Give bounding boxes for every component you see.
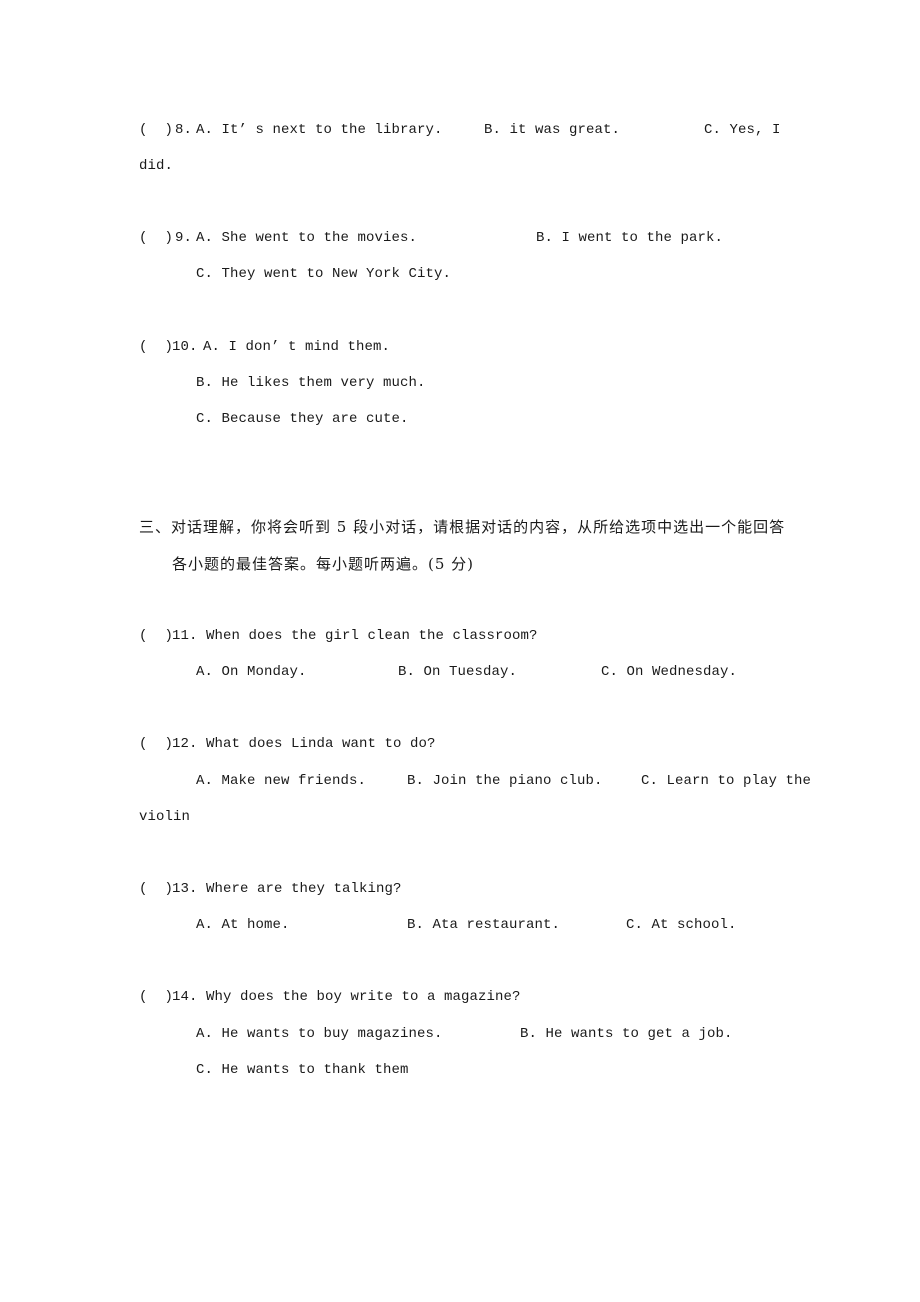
option-a: A. At home. <box>196 917 290 933</box>
option-a: A. Make new friends. <box>196 773 367 789</box>
question-stem: 11. When does the girl clean the classro… <box>172 628 538 644</box>
option-b: B. I went to the park. <box>536 230 724 246</box>
option-c-continuation: did. <box>139 158 174 174</box>
option-c: C. Learn to play the <box>641 773 812 789</box>
answer-blank[interactable]: ( ) <box>139 121 173 139</box>
option-a: A. She went to the movies. <box>196 230 418 246</box>
option-b: B. On Tuesday. <box>398 664 518 680</box>
question-number: 8. <box>175 122 193 138</box>
option-c: C. He wants to thank them <box>196 1062 409 1078</box>
option-c-continuation: violin <box>139 809 191 825</box>
section-heading-line-1: 三、对话理解，你将会听到 5 段小对话，请根据对话的内容，从所给选项中选出一个能… <box>139 518 786 536</box>
option-c: C. Because they are cute. <box>196 411 409 427</box>
option-b: B. Ata restaurant. <box>407 917 561 933</box>
answer-blank[interactable]: ( ) <box>139 229 173 247</box>
option-a: A. He wants to buy magazines. <box>196 1026 443 1042</box>
answer-blank[interactable]: ( ) <box>139 338 173 356</box>
question-number: 9. <box>175 230 193 246</box>
option-b: B. it was great. <box>484 122 621 138</box>
question-number: 10. <box>172 339 198 355</box>
option-c: C. On Wednesday. <box>601 664 738 680</box>
answer-blank[interactable]: ( ) <box>139 735 173 753</box>
question-stem: 13. Where are they talking? <box>172 881 402 897</box>
option-b: B. Join the piano club. <box>407 773 603 789</box>
option-c: C. They went to New York City. <box>196 266 452 282</box>
option-a: A. It’ s next to the library. <box>196 122 443 138</box>
option-c: C. At school. <box>626 917 737 933</box>
section-heading-line-2: 各小题的最佳答案。每小题听两遍。(5 分) <box>172 555 475 573</box>
answer-blank[interactable]: ( ) <box>139 880 173 898</box>
option-a: A. On Monday. <box>196 664 307 680</box>
option-b: B. He likes them very much. <box>196 375 426 391</box>
option-c: C. Yes, I <box>704 122 781 138</box>
question-stem: 12. What does Linda want to do? <box>172 736 436 752</box>
option-a: A. I don’ t mind them. <box>203 339 391 355</box>
answer-blank[interactable]: ( ) <box>139 988 173 1006</box>
answer-blank[interactable]: ( ) <box>139 627 173 645</box>
question-stem: 14. Why does the boy write to a magazine… <box>172 989 521 1005</box>
option-b: B. He wants to get a job. <box>520 1026 733 1042</box>
